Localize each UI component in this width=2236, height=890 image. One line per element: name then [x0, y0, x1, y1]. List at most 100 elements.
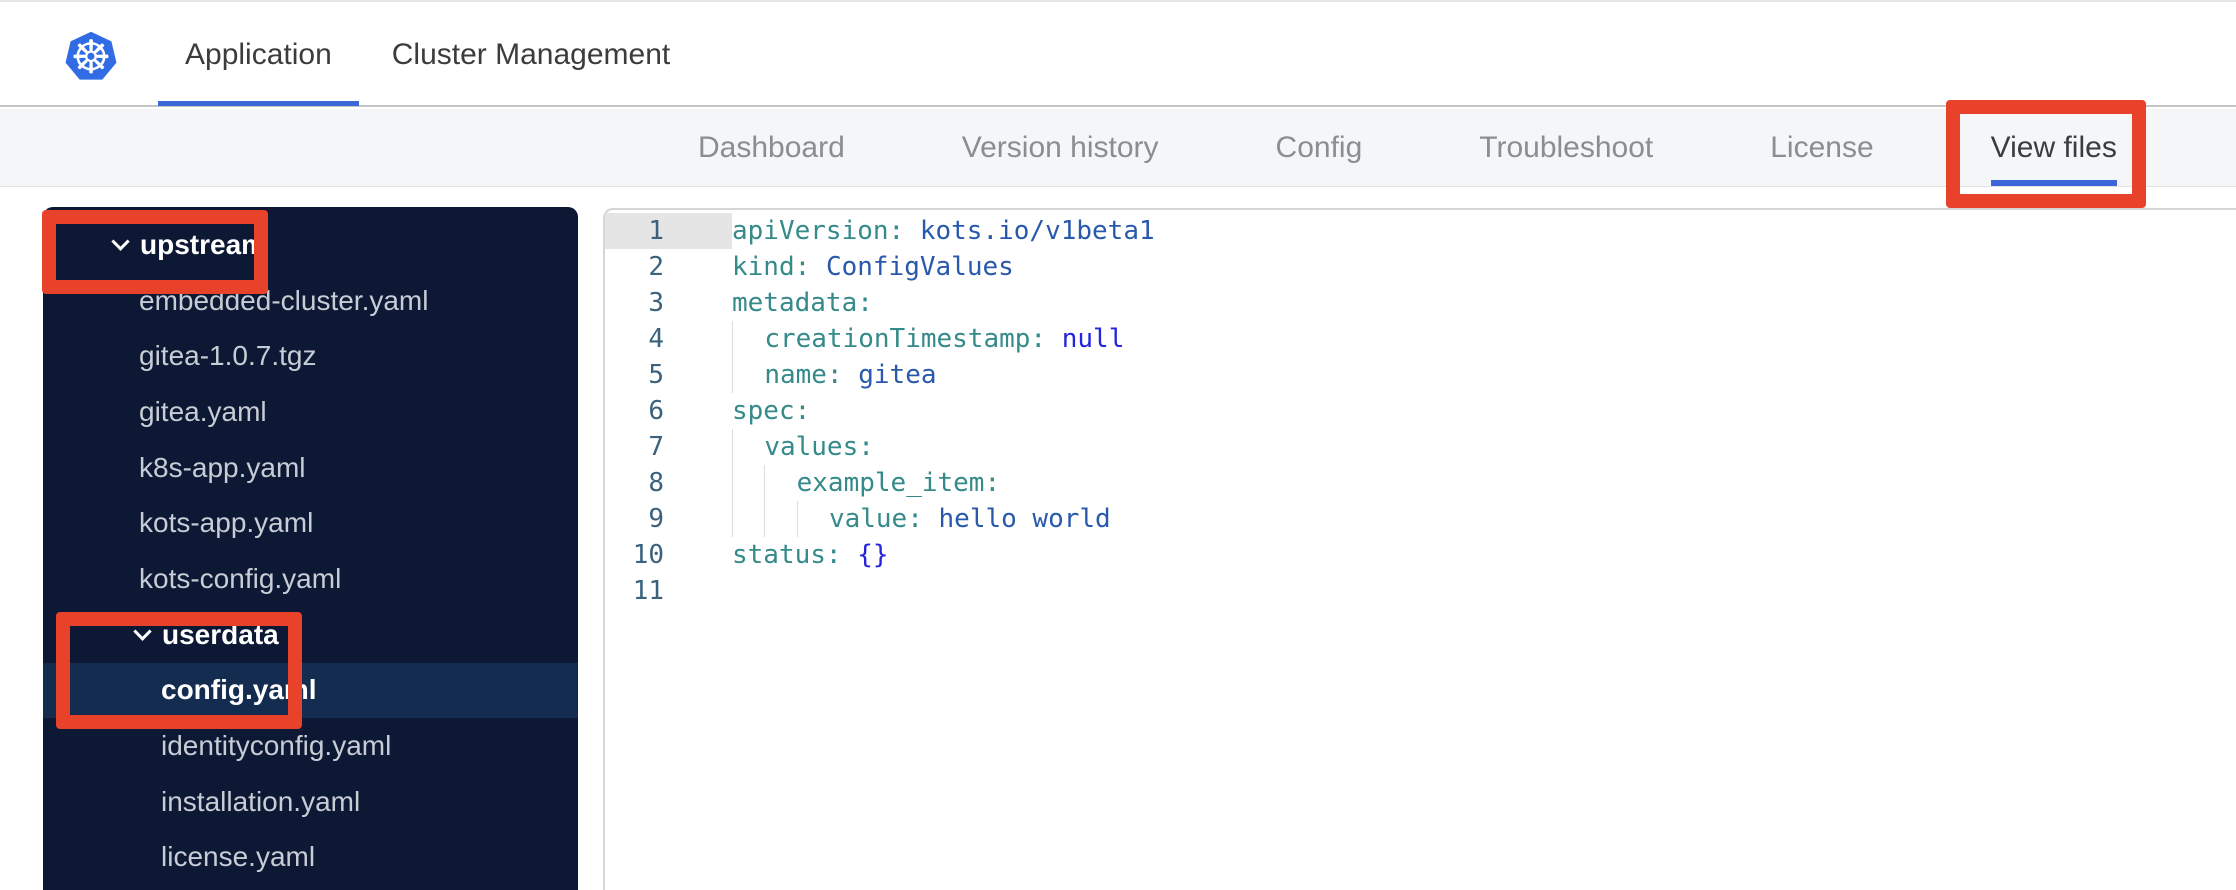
token: example_item: [796, 468, 1001, 498]
folder-label: upstream [140, 228, 267, 260]
code-line[interactable]: 5 name: gitea [605, 357, 2236, 393]
token: gitea [858, 360, 937, 390]
code-line[interactable]: 8 example_item: [605, 465, 2236, 501]
indent-guide [732, 321, 764, 357]
file-label: kots-config.yaml [139, 562, 342, 594]
code-line[interactable]: 11 [605, 573, 2236, 609]
token: kots.io/v1beta1 [919, 216, 1155, 246]
folder-label: userdata [162, 618, 279, 650]
line-number: 4 [648, 324, 664, 354]
line-number: 10 [632, 540, 664, 570]
token: name: [764, 360, 843, 390]
tree-item-installation-yaml[interactable]: installation.yaml [43, 774, 578, 830]
top-tab-bar: Application Cluster Management [158, 2, 670, 107]
nav-item-license[interactable]: License [1770, 109, 1873, 186]
tab-application[interactable]: Application [158, 2, 359, 107]
token: hello world [938, 504, 1111, 534]
file-label: gitea-1.0.7.tgz [139, 340, 317, 372]
kubernetes-logo-icon: ☸ [65, 30, 117, 84]
line-number: 1 [605, 213, 732, 249]
tree-item-userdata[interactable]: userdata [43, 607, 578, 663]
file-label: gitea.yaml [139, 395, 267, 427]
code-line[interactable]: 6 spec: [605, 393, 2236, 429]
tree-item-k8s-app-yaml[interactable]: k8s-app.yaml [43, 440, 578, 496]
file-label: config.yaml [161, 674, 317, 706]
chevron-down-icon [111, 232, 130, 252]
line-number: 8 [648, 468, 664, 498]
tree-item-identityconfig-yaml[interactable]: identityconfig.yaml [43, 718, 578, 774]
token: creationTimestamp: [764, 324, 1047, 354]
indent-guide [796, 501, 829, 537]
file-label: kots-app.yaml [139, 507, 314, 539]
tree-item-kots-app-yaml[interactable]: kots-app.yaml [43, 495, 578, 551]
top-bar: ☸ Application Cluster Management [0, 0, 2236, 107]
token: values: [764, 432, 874, 462]
tab-cluster-management[interactable]: Cluster Management [392, 2, 670, 107]
code-text: value: hello world [732, 501, 1111, 537]
token: spec: [732, 396, 811, 426]
token: metadata: [732, 288, 873, 318]
file-label: embedded-cluster.yaml [139, 284, 429, 316]
tree-item-upstream[interactable]: upstream [43, 217, 578, 273]
code-text: example_item: [732, 465, 1000, 501]
tree-item-embedded-cluster-yaml[interactable]: embedded-cluster.yaml [43, 273, 578, 329]
tree-item-kots-config-yaml[interactable]: kots-config.yaml [43, 551, 578, 607]
indent-guide [764, 465, 796, 501]
chevron-down-icon [133, 622, 152, 642]
code-text: kind: ConfigValues [732, 249, 1014, 285]
kots-admin-console: ☸ Application Cluster Management Dashboar… [0, 0, 2236, 890]
tree-item-config-yaml[interactable]: config.yaml [43, 662, 578, 719]
tree-item-gitea-1-0-7-tgz[interactable]: gitea-1.0.7.tgz [43, 328, 578, 384]
nav-item-troubleshoot[interactable]: Troubleshoot [1479, 109, 1653, 186]
code-line[interactable]: 7 values: [605, 429, 2236, 465]
code-text: spec: [732, 393, 810, 429]
code-text: metadata: [732, 285, 873, 321]
indent-guide [732, 429, 764, 465]
line-number: 6 [648, 396, 664, 426]
nav-item-config[interactable]: Config [1276, 109, 1363, 186]
line-number: 2 [648, 252, 664, 282]
nav-item-view-files[interactable]: View files [1990, 109, 2118, 186]
code-line[interactable]: 4 creationTimestamp: null [605, 321, 2236, 357]
code-line[interactable]: 2 kind: ConfigValues [605, 249, 2236, 285]
code-text: apiVersion: kots.io/v1beta1 [732, 213, 1155, 249]
indent-guide [732, 357, 764, 393]
line-number: 11 [632, 576, 664, 606]
line-number: 9 [648, 504, 664, 534]
yaml-file-viewer[interactable]: 1 apiVersion: kots.io/v1beta1 2 kind: Confi… [603, 208, 2236, 890]
line-number: 5 [648, 360, 664, 390]
line-number: 7 [648, 432, 664, 462]
ship-wheel-glyph: ☸ [70, 30, 112, 84]
token: kind: [732, 252, 811, 282]
nav-item-version-history[interactable]: Version history [962, 109, 1159, 186]
file-label: license.yaml [161, 841, 316, 873]
code-text: name: gitea [732, 357, 937, 393]
file-label: installation.yaml [161, 785, 361, 817]
app-nav-bar: Dashboard Version history Config Troublesho… [0, 109, 2236, 187]
token: status: [732, 540, 842, 570]
code-text: creationTimestamp: null [732, 321, 1124, 357]
tree-item-license-yaml[interactable]: license.yaml [43, 830, 578, 886]
code-line[interactable]: 1 apiVersion: kots.io/v1beta1 [605, 213, 2236, 249]
token: value: [828, 504, 923, 534]
code-line[interactable]: 3 metadata: [605, 285, 2236, 321]
code-line[interactable]: 10 status: {} [605, 537, 2236, 573]
code-text: status: {} [732, 537, 889, 573]
indent-guide [732, 465, 764, 501]
code-text: values: [732, 429, 874, 465]
code-line[interactable]: 9 value: hello world [605, 501, 2236, 537]
tree-item-gitea-yaml[interactable]: gitea.yaml [43, 384, 578, 440]
token: apiVersion: [732, 216, 905, 246]
token: ConfigValues [825, 252, 1014, 282]
file-label: identityconfig.yaml [161, 730, 392, 762]
token: null [1061, 324, 1125, 354]
indent-guide [764, 501, 796, 537]
token: {} [857, 540, 889, 570]
nav-item-dashboard[interactable]: Dashboard [698, 109, 845, 186]
